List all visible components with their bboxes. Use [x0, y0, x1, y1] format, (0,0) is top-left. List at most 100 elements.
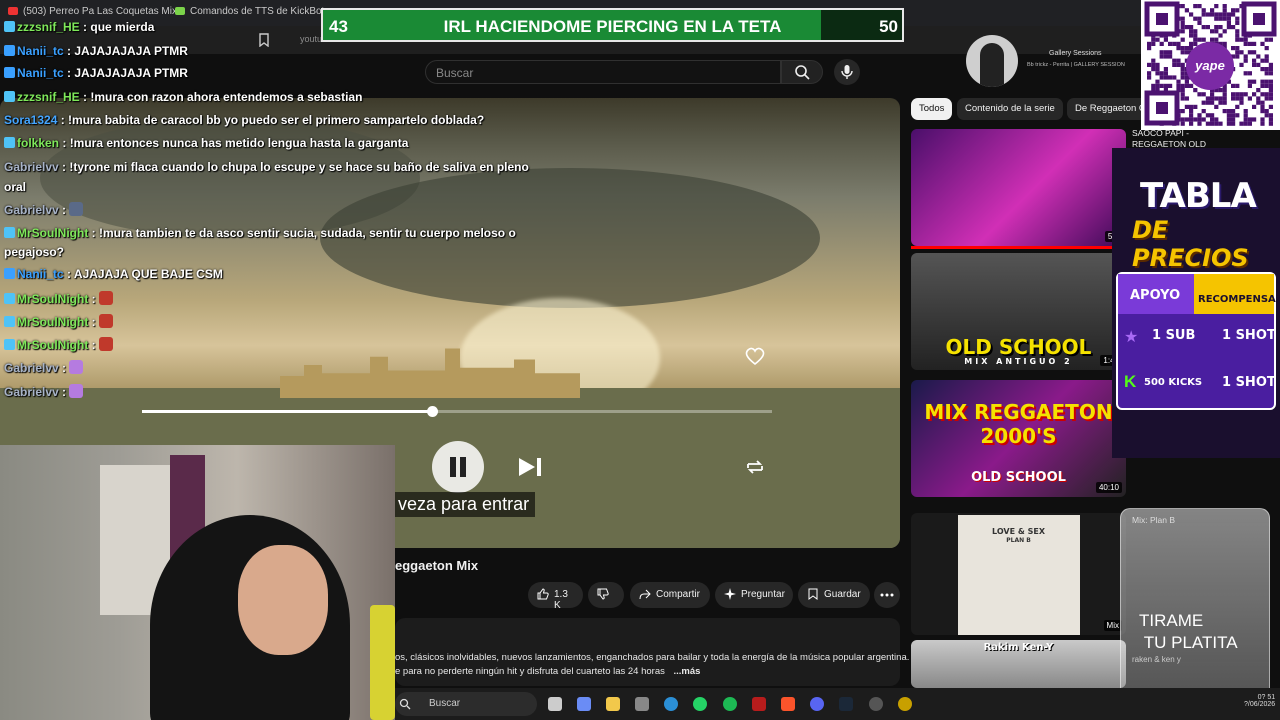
- dislike-button[interactable]: [588, 582, 624, 608]
- chat-username[interactable]: Nanii_tc: [17, 267, 64, 281]
- kickbot-icon: [175, 7, 185, 16]
- tip-glass-text: TIRAME TU PLATITA: [1139, 610, 1238, 654]
- chat-username[interactable]: Gabrielvv: [4, 361, 59, 375]
- steam-icon[interactable]: [839, 697, 853, 711]
- chat-message: Sora1324 : !mura babita de caracol bb yo…: [4, 113, 484, 127]
- share-label: Compartir: [656, 589, 700, 600]
- store-icon[interactable]: [635, 697, 649, 711]
- youtube-icon: [8, 7, 18, 16]
- dota-icon[interactable]: [752, 697, 766, 711]
- chat-username[interactable]: folkken: [17, 136, 59, 150]
- spotify-icon[interactable]: [723, 697, 737, 711]
- chat-emote-icon: [69, 360, 84, 374]
- edge-icon[interactable]: [664, 697, 678, 711]
- chat-username[interactable]: MrSoulNight: [17, 338, 88, 352]
- file-explorer-icon[interactable]: [606, 697, 620, 711]
- chat-message: MrSoulNight : !mura tambien te da asco s…: [4, 226, 516, 240]
- thumb-subtitle: OLD SCHOOL: [971, 470, 1066, 485]
- chat-separator: :: [79, 90, 91, 104]
- chat-separator: :: [58, 385, 70, 399]
- taskbar-clock[interactable]: 0? 51 ?/06/2026: [1244, 694, 1275, 708]
- clock-time: 0? 51: [1257, 694, 1276, 701]
- chat-username[interactable]: MrSoulNight: [17, 226, 88, 240]
- chat-username[interactable]: Sora1324: [4, 113, 57, 127]
- chat-badge-icon: [4, 67, 15, 78]
- webcam-feed: [0, 445, 395, 720]
- chat-emote-icon: [69, 384, 84, 398]
- chat-username[interactable]: MrSoulNight: [17, 315, 88, 329]
- chat-separator: :: [58, 203, 70, 217]
- bookmark-icon[interactable]: [258, 33, 270, 47]
- chat-username[interactable]: Nanii_tc: [17, 66, 64, 80]
- captions: veza para entrar: [392, 492, 536, 517]
- chat-message: zzzsnif_HE : !mura con razon ahora enten…: [4, 90, 362, 104]
- heart-icon[interactable]: [744, 346, 766, 366]
- chat-message: pegajoso?: [4, 245, 64, 259]
- task-view-icon[interactable]: [548, 697, 562, 711]
- chip-serie[interactable]: Contenido de la serie: [957, 98, 1063, 120]
- chat-username[interactable]: Gabrielvv: [4, 385, 59, 399]
- recommended-video[interactable]: OLD SCHOOL MIX ANTIGUO 2 1:43: [911, 253, 1126, 370]
- chat-message: Nanii_tc : JAJAJAJAJA PTMR: [4, 66, 188, 80]
- channel-avatar[interactable]: [966, 35, 1018, 87]
- obs-icon[interactable]: [869, 697, 883, 711]
- chat-username[interactable]: Nanii_tc: [17, 44, 64, 58]
- tab-youtube[interactable]: (503) Perreo Pa Las Coquetas Mix -: [8, 6, 183, 17]
- app-icon[interactable]: [898, 697, 912, 711]
- price-col-recompensa: RECOMPENSA: [1198, 294, 1276, 305]
- copilot-icon[interactable]: [577, 697, 591, 711]
- ask-button[interactable]: Preguntar: [715, 582, 793, 608]
- thumb-title: LOVE & SEX: [992, 527, 1045, 536]
- recommended-video[interactable]: 58:: [911, 129, 1126, 246]
- progress-bar[interactable]: [142, 406, 772, 417]
- ask-label: Preguntar: [741, 589, 785, 600]
- pause-button[interactable]: [432, 441, 484, 493]
- more-actions-button[interactable]: [874, 582, 900, 608]
- whatsapp-icon[interactable]: [693, 697, 707, 711]
- chat-separator: :: [63, 267, 74, 281]
- price-row2-left: 500 KICKS: [1144, 377, 1203, 388]
- like-button[interactable]: 1.3 K: [528, 582, 583, 611]
- more-link[interactable]: ...más: [674, 666, 701, 677]
- repeat-icon[interactable]: [744, 457, 766, 477]
- chat-username[interactable]: zzzsnif_HE: [17, 90, 80, 104]
- chat-text: !mura con razon ahora entendemos a sebas…: [90, 90, 363, 104]
- share-button[interactable]: Compartir: [630, 582, 710, 608]
- chat-message: Nanii_tc : AJAJAJA QUE BAJE CSM: [4, 267, 223, 281]
- tab-label: (503) Perreo Pa Las Coquetas Mix -: [23, 6, 184, 17]
- goal-title: IRL HACIENDOME PIERCING EN LA TETA: [443, 17, 782, 36]
- watched-bar: [911, 246, 1126, 249]
- chip-todos[interactable]: Todos: [911, 98, 953, 120]
- chat-message: MrSoulNight :: [4, 291, 113, 306]
- chat-text: !tyrone mi flaca cuando lo chupa lo escu…: [69, 160, 529, 174]
- tip-line1: TIRAME: [1139, 611, 1204, 630]
- chat-username[interactable]: zzzsnif_HE: [17, 20, 80, 34]
- chat-message: Gabrielvv :: [4, 202, 84, 217]
- voice-search-button[interactable]: [834, 59, 860, 85]
- tab-kickbot[interactable]: Comandos de TTS de KickBot: [175, 6, 324, 17]
- discord-icon[interactable]: [810, 697, 824, 711]
- gallery-subtitle: Bb trickz - Perrita | GALLERY SESSION: [1027, 62, 1125, 68]
- chat-username[interactable]: MrSoulNight: [17, 292, 88, 306]
- description-line: os, clásicos inolvidables, nuevos lanzam…: [395, 652, 910, 663]
- chat-username[interactable]: Gabrielvv: [4, 203, 59, 217]
- search-input[interactable]: Buscar: [425, 60, 781, 84]
- goal-target: 50: [879, 17, 898, 36]
- tip-line2: TU PLATITA: [1143, 633, 1238, 652]
- brave-icon[interactable]: [781, 697, 795, 711]
- recommended-video[interactable]: MIX REGGAETON 2000'S OLD SCHOOL 40:10: [911, 380, 1126, 497]
- progress-handle[interactable]: [426, 406, 438, 417]
- chat-badge-icon: [4, 21, 15, 32]
- taskbar-search[interactable]: Buscar: [395, 692, 537, 716]
- next-icon[interactable]: [516, 456, 544, 478]
- recommended-video[interactable]: LOVE & SEX PLAN B Mix: [911, 513, 1126, 635]
- search-button[interactable]: [781, 60, 823, 84]
- chat-separator: :: [88, 226, 99, 240]
- chat-separator: :: [58, 361, 70, 375]
- chat-separator: :: [59, 136, 70, 150]
- chat-username[interactable]: Gabrielvv: [4, 160, 59, 174]
- recommended-video[interactable]: Rakim Ken-Y: [911, 640, 1126, 688]
- save-button[interactable]: Guardar: [798, 582, 870, 608]
- chat-badge-icon: [4, 268, 15, 279]
- chat-badge-icon: [4, 339, 15, 350]
